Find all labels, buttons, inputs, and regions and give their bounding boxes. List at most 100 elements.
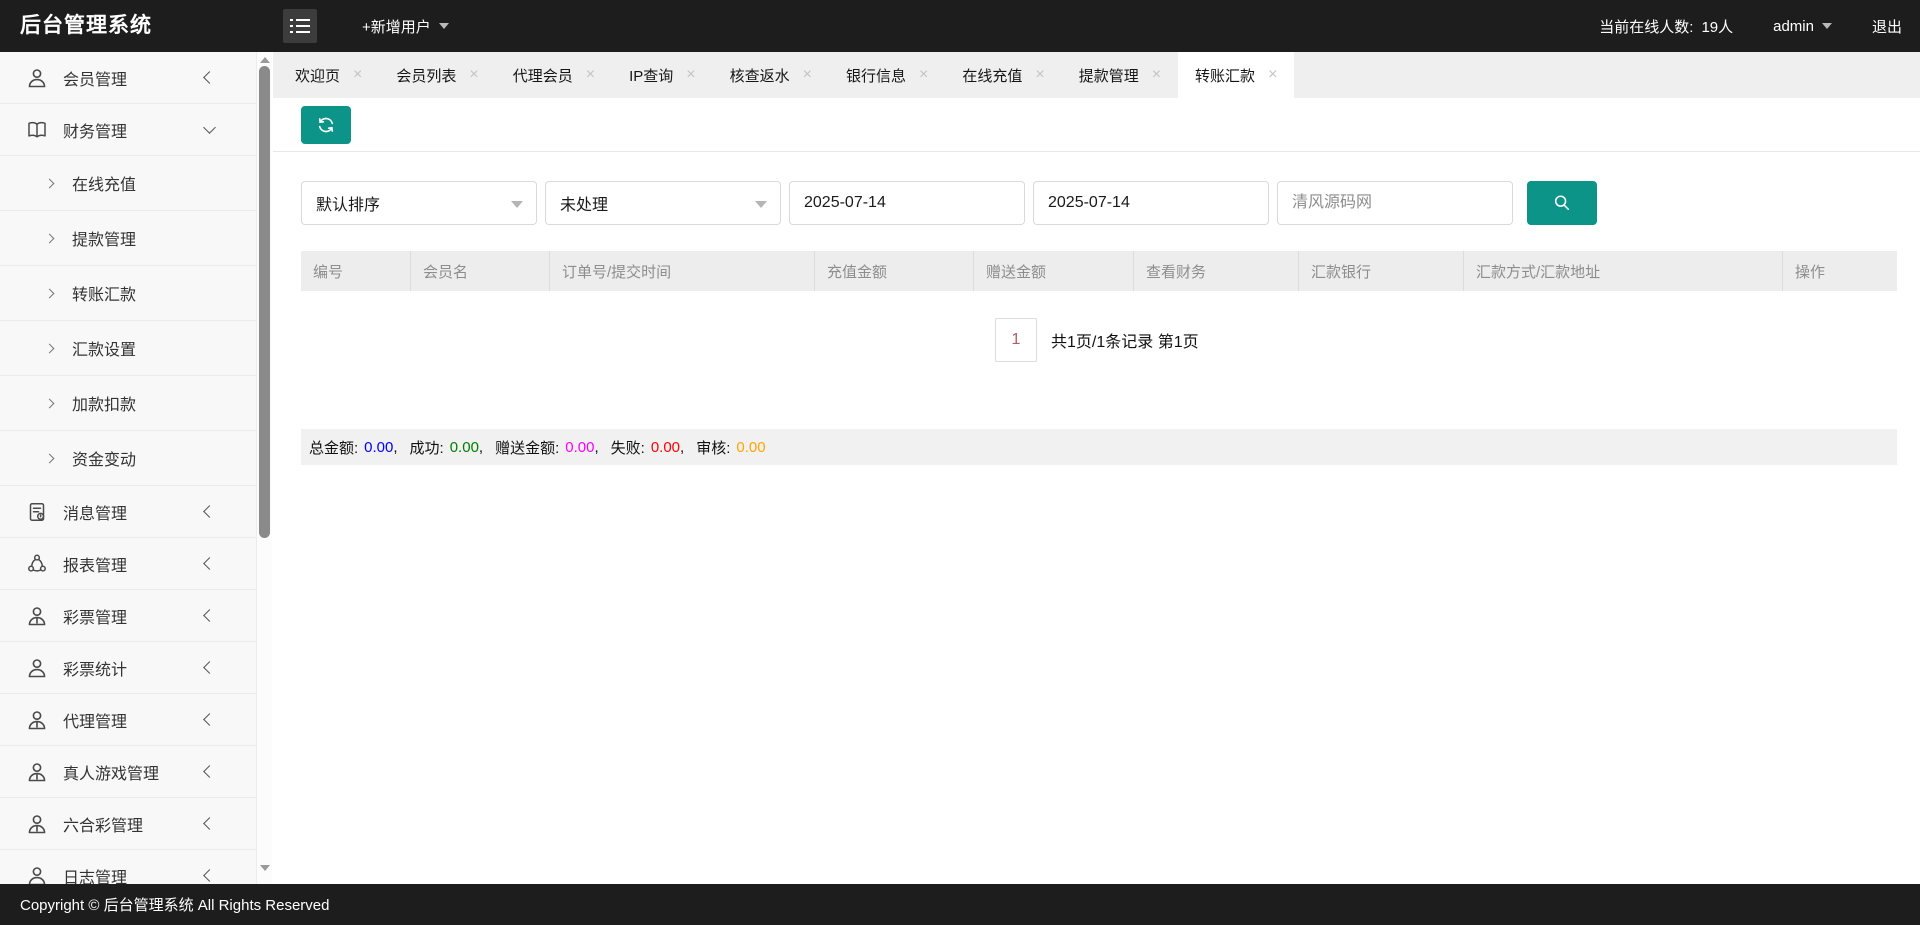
- close-icon[interactable]: ×: [469, 66, 478, 84]
- copyright-text: Copyright © 后台管理系统 All Rights Reserved: [20, 897, 330, 914]
- close-icon[interactable]: ×: [586, 66, 595, 84]
- chevron-right-icon: [44, 178, 55, 188]
- tab-label: 在线充值: [962, 67, 1023, 85]
- user-icon: [25, 66, 49, 90]
- toolbar: [273, 98, 1920, 144]
- app-title: 后台管理系统: [20, 14, 152, 37]
- column-recharge-amount: 充值金额: [815, 251, 974, 291]
- scroll-down-icon[interactable]: [260, 865, 270, 871]
- sidebar-subitem-transfer-remittance[interactable]: 转账汇款: [0, 266, 256, 321]
- top-header: 后台管理系统 +新增用户 当前在线人数: 19人 admin 退出: [0, 0, 1920, 52]
- sidebar-item-log-management[interactable]: 日志管理: [0, 850, 256, 884]
- tab-welcome[interactable]: 欢迎页 ×: [278, 52, 379, 98]
- divider: [273, 151, 1920, 152]
- chevron-left-icon: [203, 661, 216, 674]
- user-icon: [25, 760, 49, 784]
- sidebar-subitem-online-recharge[interactable]: 在线充值: [0, 156, 256, 211]
- sidebar-item-finance-management[interactable]: 财务管理: [0, 104, 256, 156]
- sidebar-item-label: 代理管理: [63, 713, 128, 731]
- column-order-time: 订单号/提交时间: [550, 251, 815, 291]
- logout-label: 退出: [1871, 18, 1902, 36]
- sidebar-subitem-label: 转账汇款: [72, 287, 137, 304]
- status-select[interactable]: 未处理: [545, 181, 781, 225]
- chevron-left-icon: [203, 869, 216, 882]
- new-user-label: +新增用户: [362, 18, 431, 36]
- sidebar-subitem-label: 资金变动: [72, 452, 137, 469]
- sidebar-item-label: 六合彩管理: [63, 817, 144, 835]
- online-count-value: 19人: [1701, 18, 1734, 36]
- sidebar-item-member-management[interactable]: 会员管理: [0, 52, 256, 104]
- chevron-down-icon: [438, 23, 449, 29]
- chevron-down-icon: [203, 121, 216, 134]
- new-user-dropdown[interactable]: +新增用户: [362, 0, 449, 52]
- close-icon[interactable]: ×: [803, 66, 812, 84]
- chevron-left-icon: [203, 505, 216, 518]
- filter-row: 默认排序 未处理: [301, 181, 1920, 225]
- tab-bank-info[interactable]: 银行信息 ×: [829, 52, 945, 98]
- chevron-left-icon: [203, 557, 216, 570]
- summary-value-success: 0.00: [449, 438, 479, 456]
- chevron-down-icon: [511, 201, 523, 208]
- summary-separator: ,: [680, 438, 685, 456]
- main-content: 欢迎页 × 会员列表 × 代理会员 × IP查询 × 核查返水 × 银行信息 ×: [273, 52, 1920, 884]
- scrollbar-thumb[interactable]: [259, 66, 270, 538]
- sidebar-subitem-label: 加款扣款: [72, 397, 137, 414]
- date-from-input[interactable]: [789, 181, 1025, 225]
- close-icon[interactable]: ×: [1268, 66, 1277, 84]
- keyword-input[interactable]: [1277, 181, 1513, 225]
- summary-value-failed: 0.00: [650, 438, 681, 456]
- close-icon[interactable]: ×: [1035, 66, 1044, 84]
- search-button[interactable]: [1527, 181, 1597, 225]
- sidebar-subitem-add-deduct-funds[interactable]: 加款扣款: [0, 376, 256, 431]
- tab-online-recharge[interactable]: 在线充值 ×: [945, 52, 1061, 98]
- tab-label: 代理会员: [512, 67, 573, 85]
- user-icon: [25, 604, 49, 628]
- tab-withdrawal-management[interactable]: 提款管理 ×: [1062, 52, 1178, 98]
- page-number-button[interactable]: 1: [995, 318, 1037, 362]
- column-actions: 操作: [1795, 263, 1826, 281]
- summary-value-review: 0.00: [736, 438, 766, 456]
- report-icon: [25, 552, 49, 576]
- tab-transfer-remittance[interactable]: 转账汇款 ×: [1178, 52, 1295, 98]
- user-icon: [25, 812, 49, 836]
- tab-agent-members[interactable]: 代理会员 ×: [496, 52, 612, 98]
- date-to-input[interactable]: [1033, 181, 1269, 225]
- logout-button[interactable]: 退出: [1872, 16, 1902, 37]
- sidebar-item-agent-management[interactable]: 代理管理: [0, 694, 256, 746]
- chevron-right-icon: [44, 233, 55, 243]
- sort-select[interactable]: 默认排序: [301, 181, 537, 225]
- sidebar-item-label: 真人游戏管理: [63, 765, 160, 783]
- close-icon[interactable]: ×: [919, 66, 928, 84]
- tab-label: 核查返水: [729, 67, 790, 85]
- sidebar-item-label: 彩票统计: [63, 661, 128, 679]
- column-remit-method-address: 汇款方式/汇款地址: [1464, 251, 1783, 291]
- sidebar-item-label: 报表管理: [63, 557, 128, 575]
- sidebar-subitem-withdrawal-management[interactable]: 提款管理: [0, 211, 256, 266]
- sidebar-subitem-remittance-settings[interactable]: 汇款设置: [0, 321, 256, 376]
- sidebar-item-lottery-management[interactable]: 彩票管理: [0, 590, 256, 642]
- chevron-right-icon: [44, 288, 55, 298]
- sidebar-scrollbar[interactable]: [256, 52, 272, 884]
- online-count: 当前在线人数: 19人: [1599, 16, 1733, 37]
- sidebar-item-mark-six-management[interactable]: 六合彩管理: [0, 798, 256, 850]
- close-icon[interactable]: ×: [686, 66, 695, 84]
- sidebar-item-live-game-management[interactable]: 真人游戏管理: [0, 746, 256, 798]
- summary-value-total: 0.00: [364, 438, 394, 456]
- refresh-button[interactable]: [301, 106, 351, 144]
- summary-separator: ,: [594, 438, 599, 456]
- sidebar-item-lottery-statistics[interactable]: 彩票统计: [0, 642, 256, 694]
- sidebar-subitem-fund-changes[interactable]: 资金变动: [0, 431, 256, 486]
- tab-member-list[interactable]: 会员列表 ×: [379, 52, 495, 98]
- close-icon[interactable]: ×: [353, 66, 362, 84]
- tab-rebate-check[interactable]: 核查返水 ×: [713, 52, 829, 98]
- footer: Copyright © 后台管理系统 All Rights Reserved: [0, 884, 1920, 925]
- sidebar-item-report-management[interactable]: 报表管理: [0, 538, 256, 590]
- close-icon[interactable]: ×: [1152, 66, 1161, 84]
- chevron-right-icon: [44, 343, 55, 353]
- tab-ip-query[interactable]: IP查询 ×: [612, 52, 713, 98]
- user-dropdown[interactable]: admin: [1773, 18, 1832, 35]
- sidebar-item-message-management[interactable]: 消息管理: [0, 486, 256, 538]
- sidebar-toggle-button[interactable]: [283, 9, 317, 43]
- search-icon: [1551, 192, 1573, 214]
- scroll-up-icon[interactable]: [260, 57, 270, 63]
